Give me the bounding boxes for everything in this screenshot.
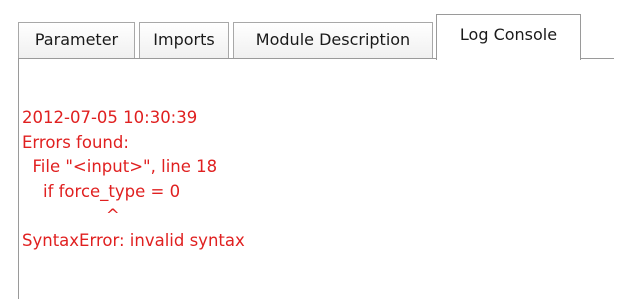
log-line-timestamp: 2012-07-05 10:30:39 (22, 108, 198, 127)
tab-log-console[interactable]: Log Console (436, 14, 581, 60)
application-window: Parameter Imports Module Description Log… (0, 0, 634, 299)
log-line-syntax-error: SyntaxError: invalid syntax (22, 230, 245, 250)
log-output: 2012-07-05 10:30:39 Errors found: File "<… (22, 106, 245, 253)
log-line-caret: ^ (22, 206, 120, 225)
log-line-errors-found: Errors found: (22, 132, 129, 152)
tab-parameter[interactable]: Parameter (18, 22, 135, 58)
tab-bar: Parameter Imports Module Description Log… (18, 0, 634, 60)
tab-imports[interactable]: Imports (139, 22, 229, 58)
log-line-file-location: File "<input>", line 18 (22, 157, 218, 176)
log-line-source-code: if force_type = 0 (22, 181, 181, 201)
tab-module-description[interactable]: Module Description (233, 22, 433, 58)
